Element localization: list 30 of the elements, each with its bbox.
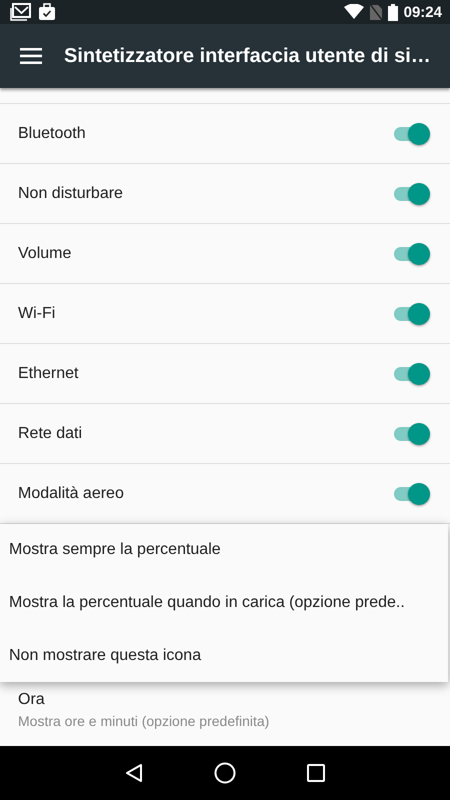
- setting-label: Ethernet: [18, 364, 78, 382]
- no-sim-icon: [370, 4, 382, 20]
- mail-icon: [10, 3, 32, 21]
- setting-label: Non disturbare: [18, 184, 123, 202]
- setting-label: Bluetooth: [18, 124, 86, 142]
- toolbar-title: Sintetizzatore interfaccia utente di si…: [64, 44, 431, 68]
- setting-summary: Mostra ore e minuti (opzione predefinita): [18, 713, 270, 729]
- briefcase-icon: [38, 3, 56, 21]
- setting-label: Modalità aereo: [18, 484, 124, 502]
- setting-label: Rete dati: [18, 424, 82, 442]
- toggle-switch[interactable]: [394, 362, 430, 386]
- menu-item[interactable]: Non mostrare questa icona: [0, 646, 448, 665]
- menu-item[interactable]: Mostra la percentuale quando in carica (opzione prede..: [0, 594, 448, 612]
- setting-label: Volume: [18, 244, 72, 262]
- recents-icon[interactable]: [306, 764, 325, 782]
- toggle-switch[interactable]: [394, 122, 430, 146]
- toggle-switch[interactable]: [394, 182, 430, 206]
- setting-label: Wi-Fi: [18, 304, 56, 322]
- menu-icon[interactable]: [20, 48, 42, 64]
- wifi-icon: [344, 4, 364, 20]
- menu-item[interactable]: Mostra sempre la percentuale: [0, 541, 448, 560]
- toggle-switch[interactable]: [394, 302, 430, 326]
- toggle-switch[interactable]: [394, 482, 430, 506]
- toggle-switch[interactable]: [394, 422, 430, 446]
- home-icon[interactable]: [214, 762, 236, 784]
- setting-title[interactable]: Ora: [18, 685, 432, 709]
- back-icon[interactable]: [125, 763, 144, 783]
- battery-icon: [388, 4, 398, 20]
- toggle-switch[interactable]: [394, 242, 430, 266]
- status-time: 09:24: [404, 4, 442, 20]
